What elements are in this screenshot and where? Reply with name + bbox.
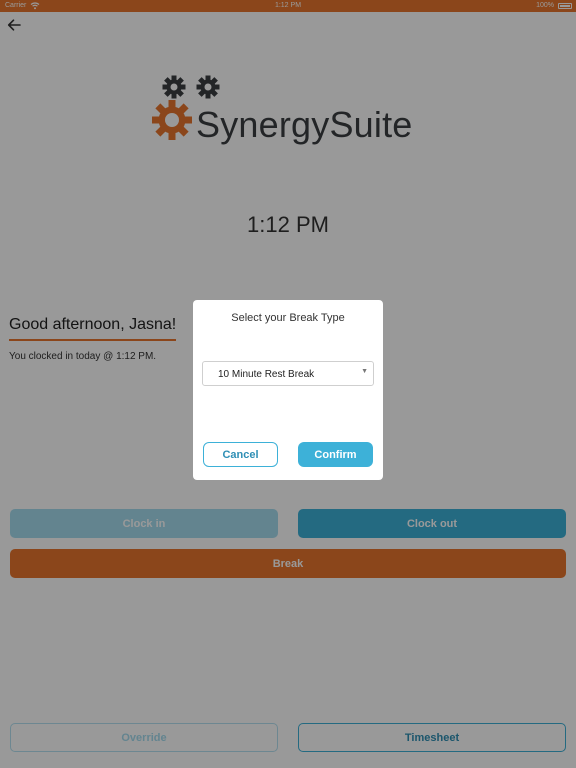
chevron-down-icon: ▼	[361, 368, 368, 375]
confirm-button[interactable]: Confirm	[298, 442, 373, 467]
dialog-title: Select your Break Type	[231, 312, 345, 324]
cancel-button[interactable]: Cancel	[203, 442, 278, 467]
break-type-dialog: Select your Break Type 10 Minute Rest Br…	[193, 300, 383, 480]
break-type-select[interactable]: 10 Minute Rest Break ▼	[202, 361, 374, 386]
break-type-value: 10 Minute Rest Break	[218, 369, 315, 380]
